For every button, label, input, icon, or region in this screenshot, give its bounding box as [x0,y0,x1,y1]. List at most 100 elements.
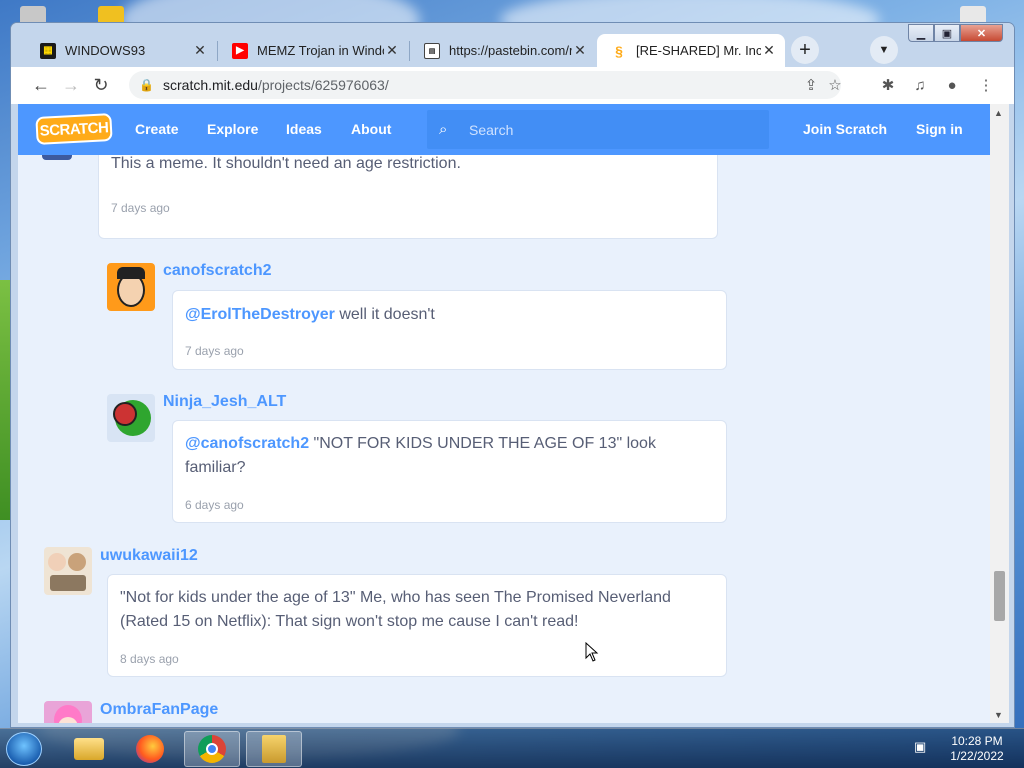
firefox-icon [136,735,164,763]
tab-title: https://pastebin.com/ra [449,43,572,58]
tab-title: [RE-SHARED] Mr. Incre [636,43,761,58]
lock-icon: 🔒 [139,78,154,92]
avatar[interactable] [44,701,92,723]
tab-title: MEMZ Trojan in Windo [257,43,384,58]
arrow-left-icon: ← [32,75,50,95]
extensions-icon[interactable]: ✱ [874,71,902,99]
close-icon: ✕ [976,27,987,40]
nav-explore[interactable]: Explore [207,121,258,137]
avatar[interactable] [107,394,155,442]
close-tab-icon[interactable]: ✕ [572,42,588,59]
youtube-icon: ▶ [232,42,248,59]
taskbar-chrome[interactable] [184,731,240,767]
vertical-scrollbar[interactable]: ▲ ▼ [990,104,1009,723]
profile-avatar-icon[interactable]: ● [938,71,966,99]
system-clock[interactable]: 10:28 PM 1/22/2022 [936,734,1018,764]
plus-icon: + [799,38,811,61]
comment-text: "NOT FOR KIDS UNDER THE AGE OF 13" look [309,435,656,452]
mouse-cursor-icon [585,642,599,662]
search-icon: ⌕ [439,121,448,138]
browser-toolbar: ← → ↻ 🔒 scratch.mit.edu/projects/6259760… [11,67,1014,104]
forward-button[interactable]: → [57,72,85,100]
scratch-navbar: SCRATCH Create Explore Ideas About ⌕ Sea… [18,104,990,155]
tab-search-button[interactable]: ▼ [870,36,898,64]
comment-text: (Rated 15 on Netflix): That sign won't s… [120,613,579,630]
pastebin-icon: ▤ [424,42,440,59]
nav-about[interactable]: About [351,121,391,137]
comment-time: 7 days ago [185,344,244,358]
network-icon[interactable]: ▣ [914,739,930,757]
url-path: /projects/625976063/ [257,77,389,93]
window-controls: ▁ ▣ ✕ [908,24,1003,42]
chevron-down-icon: ▼ [878,44,890,56]
scratch-icon: § [615,42,623,59]
chrome-window: ▦ WINDOWS93 ✕ ▶ MEMZ Trojan in Windo ✕ ▤… [10,22,1015,728]
comment-text: well it doesn't [334,306,435,323]
search-placeholder: Search [469,121,514,138]
close-tab-icon[interactable]: ✕ [384,42,400,59]
bookmark-star-icon[interactable]: ☆ [821,71,849,99]
comment-text: familiar? [185,459,246,476]
tab-pastebin[interactable]: ▤ https://pastebin.com/ra ✕ [410,34,596,67]
close-tab-icon[interactable]: ✕ [761,42,777,59]
tab-strip: ▦ WINDOWS93 ✕ ▶ MEMZ Trojan in Windo ✕ ▤… [11,23,1014,67]
new-tab-button[interactable]: + [791,36,819,64]
nav-ideas[interactable]: Ideas [286,121,322,137]
comment-time: 6 days ago [185,498,244,512]
scroll-down-icon[interactable]: ▼ [994,710,1003,720]
comment-username[interactable]: Ninja_Jesh_ALT [163,393,286,411]
taskbar-firefox[interactable] [122,731,178,767]
comment-username[interactable]: canofscratch2 [163,262,272,280]
taskbar-app[interactable] [246,731,302,767]
reload-button[interactable]: ↻ [87,72,115,100]
back-button[interactable]: ← [27,72,55,100]
clock-time: 10:28 PM [951,734,1003,748]
address-bar[interactable]: 🔒 scratch.mit.edu/projects/625976063/ ⇪ … [129,71,842,99]
menu-kebab-icon[interactable]: ⋮ [972,71,1000,99]
minimize-icon: ▁ [916,27,926,40]
url-host: scratch.mit.edu [163,77,258,93]
folder-icon [74,738,104,760]
tab-scratch-project[interactable]: § [RE-SHARED] Mr. Incre ✕ [597,34,785,67]
scroll-up-icon[interactable]: ▲ [994,108,1003,118]
search-input[interactable]: ⌕ Search [427,110,769,149]
chrome-icon [198,735,226,763]
mention-link[interactable]: @canofscratch2 [185,435,309,452]
comment-username[interactable]: OmbraFanPage [100,701,218,719]
clock-date: 1/22/2022 [950,749,1004,763]
tab-title: WINDOWS93 [65,43,146,58]
comment-time: 8 days ago [120,652,179,666]
mention-link[interactable]: @ErolTheDestroyer [185,306,335,323]
sign-in-link[interactable]: Sign in [916,121,963,137]
comment-card: This a meme. It shouldn't need an age re… [98,144,718,239]
scratch-logo[interactable]: SCRATCH [35,113,113,145]
tab-memz-youtube[interactable]: ▶ MEMZ Trojan in Windo ✕ [218,34,408,67]
windows-taskbar: ▣ 10:28 PM 1/22/2022 [0,728,1024,768]
nav-create[interactable]: Create [135,121,179,137]
close-tab-icon[interactable]: ✕ [192,42,208,59]
comment-username[interactable]: uwukawaii12 [100,547,198,565]
scrollbar-thumb[interactable] [994,571,1005,621]
comment-text: This a meme. It shouldn't need an age re… [111,155,461,172]
arrow-right-icon: → [62,75,80,95]
close-window-button[interactable]: ✕ [960,24,1003,42]
maximize-button[interactable]: ▣ [934,24,960,42]
avatar[interactable] [107,263,155,311]
maximize-icon: ▣ [941,27,953,40]
page-viewport: SCRATCH Create Explore Ideas About ⌕ Sea… [18,104,990,723]
program-icon [262,735,286,763]
comment-card: @canofscratch2 "NOT FOR KIDS UNDER THE A… [172,420,727,523]
minimize-button[interactable]: ▁ [908,24,934,42]
reload-icon: ↻ [93,75,109,95]
comment-text: "Not for kids under the age of 13" Me, w… [120,589,671,606]
taskbar-explorer[interactable] [61,731,117,767]
join-scratch-link[interactable]: Join Scratch [803,121,887,137]
media-control-icon[interactable]: ♫ [906,71,934,99]
comment-card: "Not for kids under the age of 13" Me, w… [107,574,727,677]
comment-time: 7 days ago [111,201,170,215]
comment-card: @ErolTheDestroyer well it doesn't 7 days… [172,290,727,370]
start-button[interactable] [6,732,42,766]
tab-windows93[interactable]: ▦ WINDOWS93 ✕ [26,34,216,67]
avatar[interactable] [44,547,92,595]
windows93-icon: ▦ [40,42,56,59]
